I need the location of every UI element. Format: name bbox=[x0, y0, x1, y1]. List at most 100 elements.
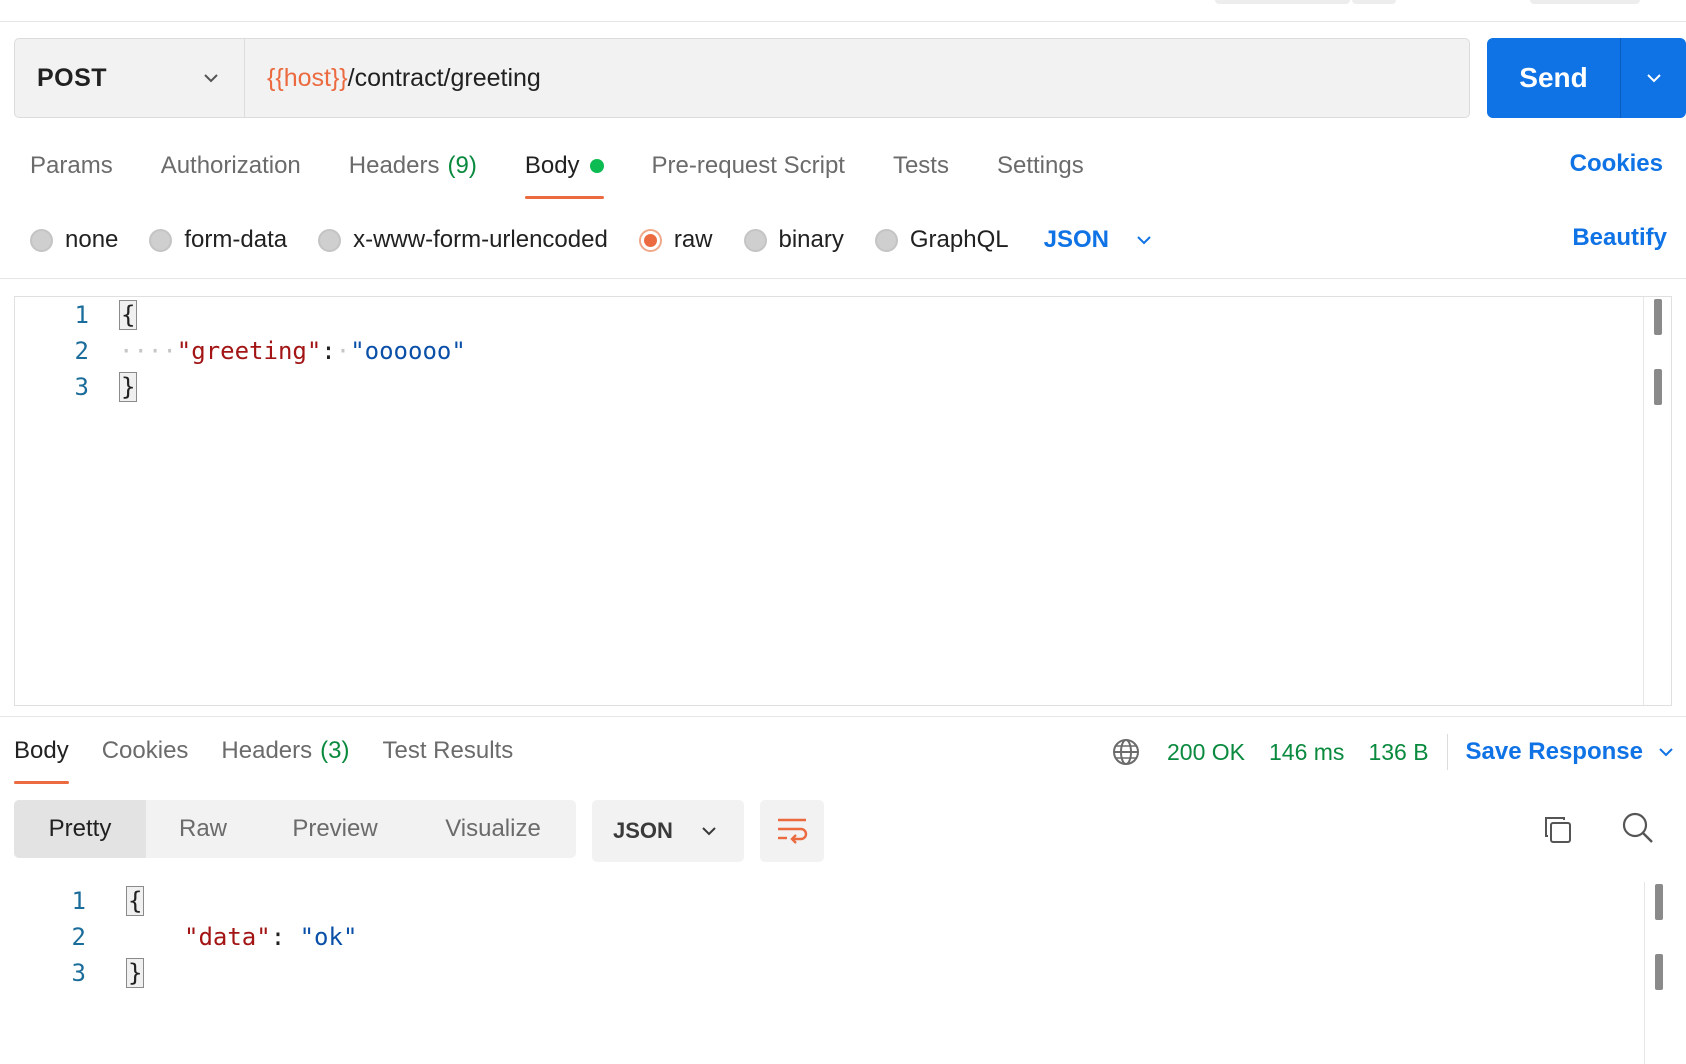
json-brace: { bbox=[119, 300, 138, 330]
response-tabs: Body Cookies Headers (3) Test Results bbox=[14, 730, 546, 784]
body-type-graphql[interactable]: GraphQL bbox=[874, 226, 1009, 254]
view-pretty[interactable]: Pretty bbox=[14, 800, 146, 858]
body-type-form-data[interactable]: form-data bbox=[149, 226, 287, 254]
json-colon: : bbox=[321, 337, 336, 365]
url-input[interactable]: {{host}}/contract/greeting bbox=[245, 39, 1469, 117]
toolbar-ghost bbox=[1352, 0, 1396, 4]
chevron-down-icon bbox=[1643, 67, 1665, 89]
radio-label: binary bbox=[778, 226, 844, 253]
body-type-raw[interactable]: raw bbox=[638, 226, 713, 254]
scrollbar-thumb[interactable] bbox=[1654, 299, 1662, 335]
scrollbar-thumb[interactable] bbox=[1655, 884, 1663, 920]
body-type-binary[interactable]: binary bbox=[743, 226, 844, 254]
chevron-down-icon bbox=[1655, 741, 1677, 763]
status-code[interactable]: 200 OK bbox=[1167, 739, 1245, 766]
divider bbox=[1446, 734, 1448, 770]
code-line: 3 } bbox=[14, 955, 145, 991]
tab-tests[interactable]: Tests bbox=[893, 145, 949, 187]
body-type-none[interactable]: none bbox=[30, 226, 118, 254]
response-time[interactable]: 146 ms bbox=[1269, 739, 1344, 766]
tab-label: Body bbox=[14, 737, 69, 764]
tab-settings[interactable]: Settings bbox=[997, 145, 1084, 187]
top-strip bbox=[0, 0, 1686, 22]
divider bbox=[0, 716, 1686, 717]
body-modified-dot-icon bbox=[589, 159, 604, 173]
beautify-button[interactable]: Beautify bbox=[1572, 224, 1667, 252]
tab-response-body[interactable]: Body bbox=[14, 730, 69, 784]
request-body-editor[interactable]: 1 { 2 ····"greeting":·"oooooo" 3 } bbox=[14, 296, 1672, 706]
method-label: POST bbox=[37, 63, 108, 92]
tab-label: Settings bbox=[996, 152, 1084, 179]
response-format-select[interactable]: JSON bbox=[592, 800, 744, 862]
scrollbar-thumb[interactable] bbox=[1654, 369, 1662, 405]
line-number: 2 bbox=[74, 337, 89, 365]
line-number: 1 bbox=[74, 301, 89, 329]
method-select[interactable]: POST bbox=[15, 39, 245, 117]
tab-params[interactable]: Params bbox=[30, 145, 113, 187]
view-visualize[interactable]: Visualize bbox=[410, 800, 576, 858]
body-format-select[interactable]: JSON bbox=[1044, 226, 1155, 254]
code-line: 2 ····"greeting":·"oooooo" bbox=[15, 333, 466, 369]
radio-label: raw bbox=[673, 226, 713, 253]
response-format-label: JSON bbox=[613, 818, 673, 843]
radio-label: none bbox=[65, 226, 119, 253]
viewer-scrollbar[interactable] bbox=[1644, 882, 1672, 1064]
cookies-link[interactable]: Cookies bbox=[1570, 150, 1663, 178]
send-button[interactable]: Send bbox=[1487, 38, 1621, 118]
radio-selected-icon bbox=[638, 228, 662, 252]
tab-label: Params bbox=[30, 152, 113, 179]
scrollbar-thumb[interactable] bbox=[1655, 954, 1663, 990]
view-raw[interactable]: Raw bbox=[146, 800, 260, 858]
chevron-down-icon bbox=[200, 67, 222, 89]
save-response-label: Save Response bbox=[1465, 738, 1643, 765]
tab-pre-request-script[interactable]: Pre-request Script bbox=[652, 145, 845, 187]
tab-response-cookies[interactable]: Cookies bbox=[102, 730, 189, 772]
search-icon bbox=[1621, 811, 1655, 850]
view-preview[interactable]: Preview bbox=[260, 800, 410, 858]
json-colon: : bbox=[270, 923, 286, 951]
line-number: 2 bbox=[71, 923, 86, 951]
json-key: "greeting" bbox=[176, 337, 322, 365]
globe-icon[interactable] bbox=[1111, 737, 1141, 767]
wrap-lines-icon bbox=[775, 814, 809, 849]
search-button[interactable] bbox=[1618, 810, 1658, 850]
tab-authorization[interactable]: Authorization bbox=[161, 145, 301, 187]
editor-scrollbar[interactable] bbox=[1643, 297, 1671, 705]
tab-label: Test Results bbox=[382, 737, 514, 764]
headers-count: (9) bbox=[447, 152, 477, 179]
copy-button[interactable] bbox=[1538, 812, 1578, 852]
tab-label: Cookies bbox=[101, 737, 189, 764]
tab-headers[interactable]: Headers (9) bbox=[349, 145, 477, 187]
save-response-button[interactable]: Save Response bbox=[1466, 738, 1677, 766]
headers-count: (3) bbox=[320, 737, 350, 764]
chevron-down-icon bbox=[698, 820, 720, 842]
tab-test-results[interactable]: Test Results bbox=[382, 730, 513, 772]
line-number: 1 bbox=[71, 887, 86, 915]
wrap-lines-button[interactable] bbox=[760, 800, 824, 862]
tab-body[interactable]: Body bbox=[524, 145, 604, 199]
code-line: 1 { bbox=[14, 883, 145, 919]
send-button-group: Send bbox=[1487, 38, 1686, 118]
response-status-bar: 200 OK 146 ms 136 B Save Response bbox=[1111, 732, 1677, 772]
response-body-viewer[interactable]: 1 { 2 "data": "ok" 3 } bbox=[14, 882, 1672, 1064]
send-options-button[interactable] bbox=[1621, 38, 1686, 118]
line-number: 3 bbox=[71, 959, 86, 987]
tab-response-headers[interactable]: Headers (3) bbox=[221, 730, 349, 772]
json-brace: { bbox=[126, 886, 145, 916]
toolbar-ghost bbox=[1530, 0, 1640, 4]
code-line: 2 "data": "ok" bbox=[14, 919, 358, 955]
response-size[interactable]: 136 B bbox=[1368, 739, 1428, 766]
copy-icon bbox=[1542, 814, 1574, 851]
tab-label: Headers bbox=[221, 737, 313, 764]
body-type-urlencoded[interactable]: x-www-form-urlencoded bbox=[318, 226, 608, 254]
json-key: "data" bbox=[184, 923, 271, 951]
tab-label: Tests bbox=[892, 152, 949, 179]
url-host-variable: {{host}} bbox=[267, 63, 348, 92]
radio-label: x-www-form-urlencoded bbox=[353, 226, 608, 253]
chevron-down-icon bbox=[1133, 229, 1155, 251]
response-view-switcher: Pretty Raw Preview Visualize bbox=[14, 800, 576, 858]
radio-icon bbox=[149, 228, 173, 252]
json-value: "oooooo" bbox=[350, 337, 466, 365]
body-type-options: none form-data x-www-form-urlencoded raw… bbox=[30, 220, 1155, 260]
json-brace: } bbox=[126, 958, 145, 988]
